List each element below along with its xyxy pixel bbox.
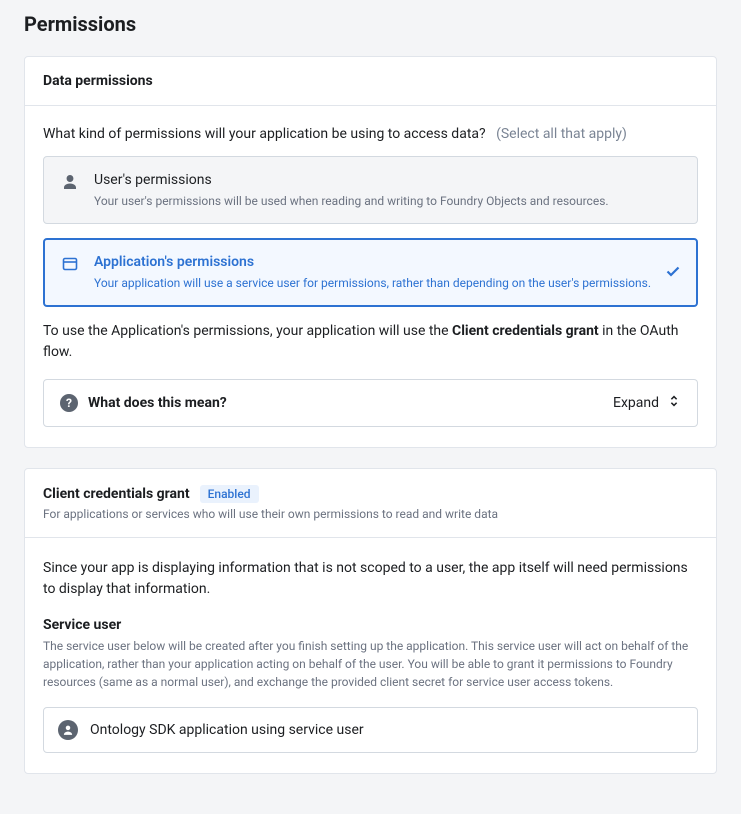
option-users-permissions[interactable]: User's permissions Your user's permissio… bbox=[43, 156, 698, 224]
client-credentials-card: Client credentials grant Enabled For app… bbox=[24, 468, 717, 774]
expand-label: Expand bbox=[613, 395, 659, 411]
option-applications-permissions[interactable]: Application's permissions Your applicati… bbox=[43, 238, 698, 306]
service-user-name: Ontology SDK application using service u… bbox=[90, 722, 364, 738]
page-title: Permissions bbox=[24, 12, 717, 36]
note-prefix: To use the Application's permissions, yo… bbox=[43, 323, 452, 339]
option-applications-permissions-title: Application's permissions bbox=[94, 253, 651, 273]
permissions-question: What kind of permissions will your appli… bbox=[43, 126, 698, 142]
help-icon: ? bbox=[60, 394, 78, 412]
what-does-this-mean-expander[interactable]: ? What does this mean? Expand bbox=[43, 379, 698, 427]
check-icon bbox=[665, 263, 681, 283]
service-user-icon bbox=[58, 720, 78, 740]
data-permissions-header: Data permissions bbox=[25, 57, 716, 106]
service-user-desc: The service user below will be created a… bbox=[43, 637, 698, 691]
client-credentials-body: Since your app is displaying information… bbox=[43, 558, 698, 601]
option-users-permissions-desc: Your user's permissions will be used whe… bbox=[94, 193, 681, 210]
service-user-row: Ontology SDK application using service u… bbox=[43, 707, 698, 753]
option-users-permissions-title: User's permissions bbox=[94, 171, 681, 191]
service-user-heading: Service user bbox=[43, 617, 698, 633]
permissions-question-hint: (Select all that apply) bbox=[496, 126, 627, 142]
client-credentials-subtitle: For applications or services who will us… bbox=[43, 507, 698, 521]
data-permissions-card: Data permissions What kind of permission… bbox=[24, 56, 717, 448]
user-icon bbox=[60, 172, 80, 192]
application-icon bbox=[60, 254, 80, 274]
permissions-question-text: What kind of permissions will your appli… bbox=[43, 126, 486, 142]
client-credentials-note: To use the Application's permissions, yo… bbox=[43, 321, 698, 363]
note-bold: Client credentials grant bbox=[452, 323, 599, 339]
client-credentials-title: Client credentials grant bbox=[43, 486, 190, 502]
what-does-this-mean-label: What does this mean? bbox=[88, 395, 227, 411]
option-applications-permissions-desc: Your application will use a service user… bbox=[94, 275, 651, 292]
expand-collapse-icon bbox=[667, 394, 681, 412]
enabled-badge: Enabled bbox=[200, 485, 259, 503]
